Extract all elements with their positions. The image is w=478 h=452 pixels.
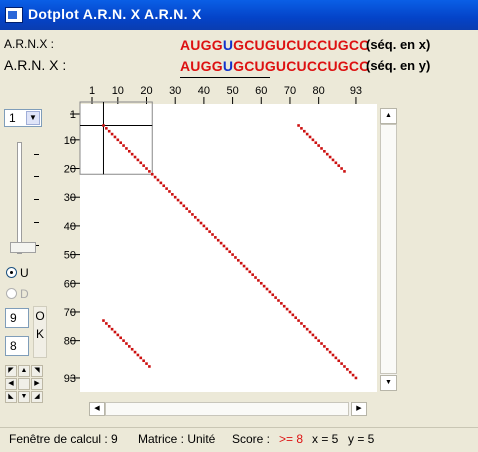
x-tick-label: 80: [313, 85, 325, 97]
triangle-down-icon[interactable]: ▼: [380, 375, 397, 391]
ok-button[interactable]: OK: [33, 306, 47, 358]
radio-u-dot[interactable]: [6, 267, 17, 279]
x-tick-label: 70: [284, 85, 296, 97]
slider-tick: [34, 222, 39, 223]
x-tick-label: 50: [226, 85, 238, 97]
horizontal-scroll-thumb[interactable]: [105, 402, 349, 416]
x-tick-label: 20: [140, 85, 152, 97]
sequence-x: AUGGUGCUGUCUCCUGCC: [180, 37, 370, 53]
triangle-right-icon[interactable]: ▶: [351, 402, 367, 416]
y-tick-label: 70: [64, 307, 76, 319]
y-tick-label: 20: [64, 164, 76, 176]
sequence-y-desc: (séq. en y): [366, 58, 431, 73]
status-score-label: Score :: [232, 432, 271, 446]
vertical-scrollbar[interactable]: ▲ ▼: [380, 108, 397, 391]
threshold-slider[interactable]: [10, 142, 42, 257]
sequence-y-label: A.R.N. X :: [4, 57, 67, 73]
horizontal-scrollbar[interactable]: ◀ ▶: [89, 402, 367, 416]
chevron-down-icon[interactable]: ▼: [26, 111, 40, 125]
y-tick-label: 50: [64, 250, 76, 262]
x-tick-label: 30: [169, 85, 181, 97]
x-tick-label: 40: [198, 85, 210, 97]
vertical-scroll-thumb[interactable]: [380, 124, 397, 374]
slider-tick: [34, 176, 39, 177]
y-tick-label: 80: [64, 336, 76, 348]
window-field[interactable]: 9: [5, 308, 29, 328]
y-tick-label: 10: [64, 135, 76, 147]
status-matrix: Matrice : Unité: [138, 432, 216, 446]
nav-down-button[interactable]: ▼: [18, 391, 30, 403]
slider-thumb[interactable]: [10, 242, 36, 253]
score-field[interactable]: 8: [5, 336, 29, 356]
radio-u-label: U: [20, 265, 29, 280]
dotplot-area[interactable]: [80, 104, 377, 392]
window-size-select[interactable]: 1 ▼: [4, 109, 42, 127]
nav-down-left-button[interactable]: ◣: [5, 391, 17, 403]
status-y: y = 5: [348, 432, 375, 446]
status-window: Fenêtre de calcul : 9: [9, 432, 118, 446]
x-tick-label: 93: [350, 85, 362, 97]
radio-d-dot[interactable]: [6, 288, 17, 300]
y-tick-label: 40: [64, 221, 76, 233]
title-bar: Dotplot A.R.N. X A.R.N. X: [0, 0, 478, 30]
y-tick-label: 1: [70, 109, 76, 121]
nav-up-button[interactable]: ▲: [18, 365, 30, 377]
nav-up-left-button[interactable]: ◤: [5, 365, 17, 377]
x-tick-label: 60: [255, 85, 267, 97]
triangle-left-icon[interactable]: ◀: [89, 402, 105, 416]
y-tick-label: 30: [64, 192, 76, 204]
y-tick-label: 93: [64, 373, 76, 385]
window-underline: [180, 77, 270, 78]
nav-left-button[interactable]: ◀: [5, 378, 17, 390]
sequence-x-label: A.R.N.X :: [4, 37, 55, 51]
slider-track: [17, 142, 22, 254]
window-size-value: 1: [9, 111, 16, 125]
radio-d[interactable]: D: [6, 286, 29, 301]
nav-right-button[interactable]: ▶: [31, 378, 43, 390]
sequence-y: AUGGUGCUGUCUCCUGCC: [180, 58, 370, 74]
nav-center-button[interactable]: [18, 378, 30, 390]
status-bar: Fenêtre de calcul : 9 Matrice : Unité Sc…: [0, 427, 478, 452]
radio-u[interactable]: U: [6, 265, 29, 280]
sequence-x-desc: (séq. en x): [366, 37, 431, 52]
status-score-value: >= 8: [279, 432, 304, 446]
slider-tick: [34, 199, 39, 200]
slider-tick: [34, 154, 39, 155]
app-window-icon[interactable]: [5, 7, 23, 23]
x-tick-label: 10: [112, 85, 124, 97]
radio-d-label: D: [20, 286, 29, 301]
status-x: x = 5: [312, 432, 339, 446]
nav-down-right-button[interactable]: ◢: [31, 391, 43, 403]
nav-up-right-button[interactable]: ◥: [31, 365, 43, 377]
window-title: Dotplot A.R.N. X A.R.N. X: [28, 6, 202, 22]
x-tick-label: 1: [89, 85, 95, 97]
triangle-up-icon[interactable]: ▲: [380, 108, 397, 124]
y-tick-label: 60: [64, 278, 76, 290]
